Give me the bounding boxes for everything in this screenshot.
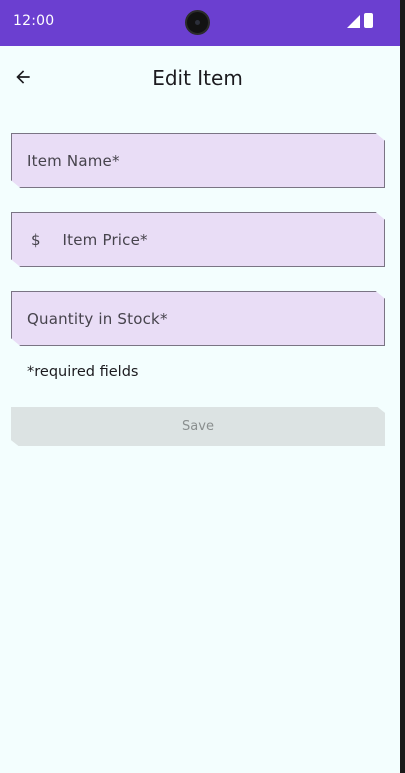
save-button[interactable]: Save [11,407,385,446]
battery-icon [364,13,373,28]
top-app-bar: Edit Item [0,46,400,110]
camera-cutout [185,10,210,35]
quantity-field[interactable]: Quantity in Stock* [11,291,385,346]
item-name-placeholder: Item Name* [27,151,120,170]
required-fields-note: *required fields [27,364,139,380]
signal-icon [347,15,360,28]
item-name-field[interactable]: Item Name* [11,133,385,188]
status-time: 12:00 [13,13,55,29]
device-edge [400,0,405,773]
item-price-placeholder: Item Price* [62,230,148,249]
screen: 12:00 Edit Item Item Name* $ Item Price*… [0,0,400,773]
quantity-placeholder: Quantity in Stock* [27,309,168,328]
status-bar: 12:00 [0,0,400,46]
page-title: Edit Item [152,66,243,90]
currency-prefix: $ [31,230,41,249]
item-price-field[interactable]: $ Item Price* [11,212,385,267]
